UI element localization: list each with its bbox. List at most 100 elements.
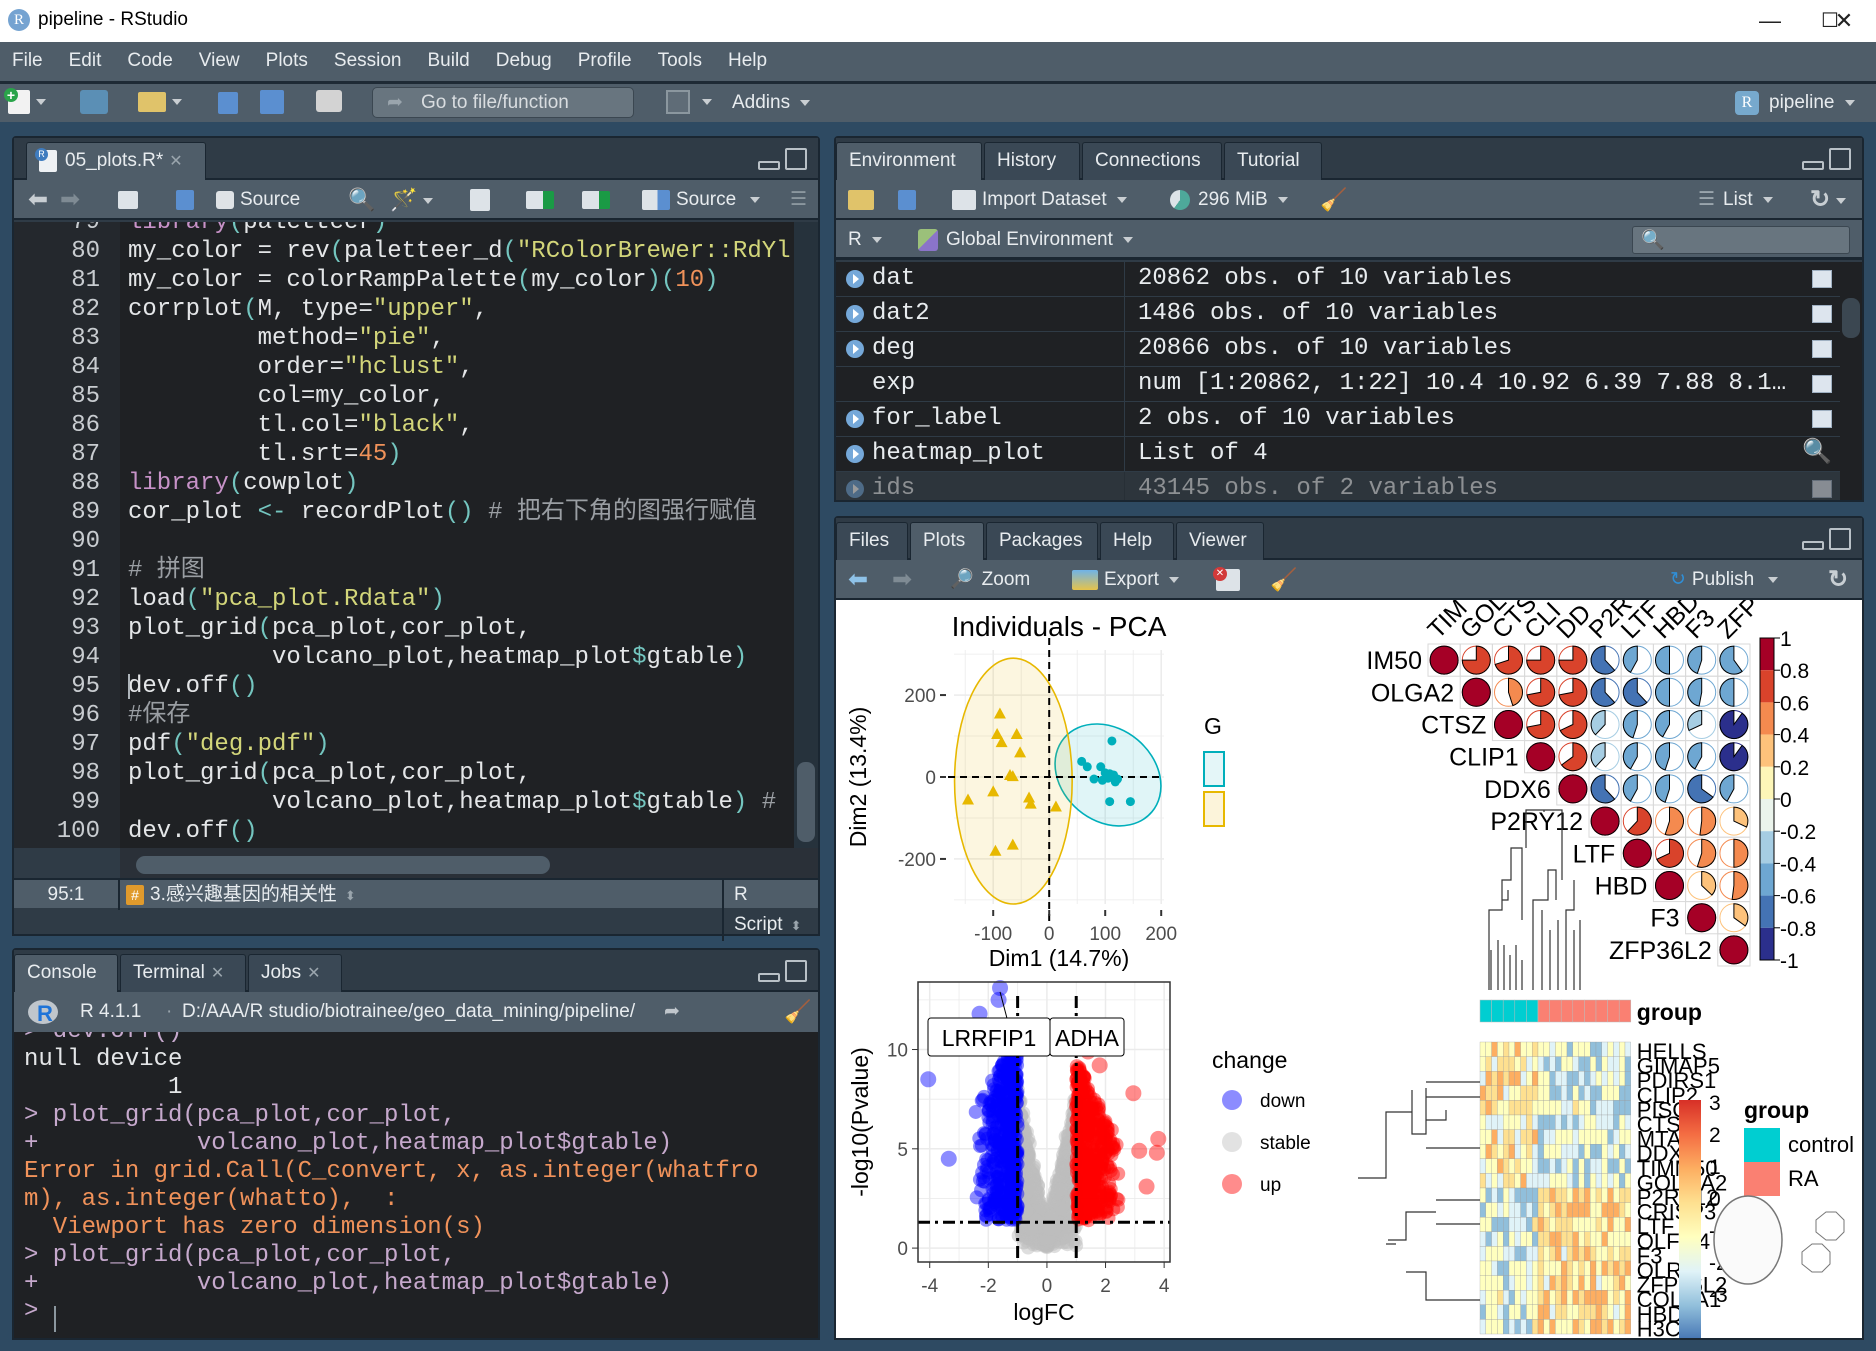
pane-minmax-controls[interactable] <box>1802 148 1852 172</box>
pane-layout-button[interactable] <box>666 90 712 114</box>
project-menu[interactable]: Rpipeline <box>1735 84 1855 122</box>
menu-profile[interactable]: Profile <box>565 42 645 80</box>
menu-file[interactable]: File <box>0 42 56 80</box>
code-line[interactable]: 89 cor_plot <- recordPlot() # 把右下角的图强行赋值 <box>14 498 818 527</box>
compile-report-button[interactable] <box>470 180 490 220</box>
source-button[interactable]: Source <box>642 180 761 220</box>
menu-code[interactable]: Code <box>114 42 185 80</box>
pane-minmax-controls[interactable] <box>1802 528 1852 552</box>
maximize-pane-icon[interactable] <box>1829 148 1851 170</box>
menu-session[interactable]: Session <box>321 42 415 80</box>
editor-vertical-scrollbar[interactable] <box>794 222 818 848</box>
tab-help[interactable]: Help <box>1100 522 1174 560</box>
code-line[interactable]: 99 volcano_plot,heatmap_plot$gtable) # <box>14 788 818 817</box>
expand-icon[interactable] <box>846 340 864 358</box>
code-line[interactable]: 98 plot_grid(pca_plot,cor_plot, <box>14 759 818 788</box>
tab-connections[interactable]: Connections <box>1082 142 1222 180</box>
expand-icon[interactable] <box>846 480 864 498</box>
code-line[interactable]: 87 tl.srt=45) <box>14 440 818 469</box>
find-button[interactable]: 🔍 <box>348 180 375 220</box>
minimize-pane-icon[interactable] <box>1802 161 1824 170</box>
scrollbar-thumb[interactable] <box>136 856 550 874</box>
menu-build[interactable]: Build <box>415 42 483 80</box>
tab-jobs[interactable]: Jobs ✕ <box>248 954 342 992</box>
save-all-button[interactable] <box>260 90 284 114</box>
view-mode-selector[interactable]: ☰ List <box>1698 180 1773 220</box>
view-data-icon[interactable] <box>1812 480 1832 498</box>
back-button[interactable]: ⬅ <box>28 180 48 220</box>
environment-row[interactable]: deg 20866 obs. of 10 variables <box>836 332 1840 367</box>
save-button[interactable] <box>218 92 238 114</box>
view-data-icon[interactable] <box>1812 340 1832 358</box>
scrollbar-thumb[interactable] <box>797 762 815 842</box>
code-line[interactable]: 94 volcano_plot,heatmap_plot$gtable) <box>14 643 818 672</box>
menu-plots[interactable]: Plots <box>253 42 321 80</box>
tab-plots[interactable]: Plots <box>910 522 984 562</box>
menu-help[interactable]: Help <box>715 42 780 80</box>
go-to-file-input[interactable]: ➦ Go to file/function <box>372 87 634 118</box>
tab-packages[interactable]: Packages <box>986 522 1098 560</box>
expand-icon[interactable] <box>846 410 864 428</box>
code-line[interactable]: 86 tl.col="black", <box>14 411 818 440</box>
code-line[interactable]: 83 method="pie", <box>14 324 818 353</box>
memory-usage-button[interactable]: 296 MiB <box>1170 180 1288 220</box>
expand-icon[interactable] <box>846 445 864 463</box>
minimize-pane-icon[interactable] <box>758 161 780 170</box>
env-scrollbar-thumb[interactable] <box>1842 298 1860 338</box>
minimize-button[interactable]: — <box>1740 4 1800 38</box>
menu-tools[interactable]: Tools <box>645 42 715 80</box>
code-line[interactable]: 92 load("pca_plot.Rdata") <box>14 585 818 614</box>
refresh-plot-button[interactable]: ↻ <box>1828 560 1848 600</box>
code-line[interactable]: 84 order="hclust", <box>14 353 818 382</box>
close-tab-icon[interactable]: ✕ <box>307 965 320 982</box>
save-file-button[interactable] <box>176 180 194 220</box>
print-button[interactable] <box>316 90 342 112</box>
rerun-button[interactable] <box>582 180 610 220</box>
code-line[interactable]: 80 my_color = rev(paletteer_d("RColorBrew… <box>14 237 818 266</box>
show-in-window-button[interactable] <box>118 180 138 220</box>
publish-button[interactable]: ↻ Publish <box>1670 560 1779 600</box>
environment-row[interactable]: exp num [1:20862, 1:22] 10.4 10.92 6.39 7… <box>836 367 1840 402</box>
menu-debug[interactable]: Debug <box>483 42 565 80</box>
environment-row[interactable]: dat2 1486 obs. of 10 variables <box>836 297 1840 332</box>
outline-button[interactable]: ☰ <box>790 180 807 220</box>
pane-minmax-controls[interactable] <box>758 148 808 172</box>
code-line[interactable]: 95 dev.off() <box>14 672 818 701</box>
code-line[interactable]: 79 library(paletteer) <box>14 222 818 237</box>
refresh-button[interactable]: ↻ <box>1810 180 1847 220</box>
close-tab-icon[interactable]: ✕ <box>211 965 224 982</box>
code-tools-button[interactable]: 🪄 <box>390 180 434 220</box>
next-plot-button[interactable]: ➡ <box>892 560 912 600</box>
close-tab-icon[interactable]: ✕ <box>169 153 182 170</box>
tab-terminal[interactable]: Terminal ✕ <box>120 954 246 992</box>
console-output[interactable]: > dev.off()null device 1> plot_grid(pca_… <box>14 1032 818 1338</box>
view-data-icon[interactable] <box>1812 375 1832 393</box>
environment-row[interactable]: dat 20862 obs. of 10 variables <box>836 262 1840 297</box>
code-line[interactable]: 97 pdf("deg.pdf") <box>14 730 818 759</box>
environment-row[interactable]: ids 43145 obs. of 2 variables <box>836 472 1840 500</box>
environment-search-input[interactable]: 🔍 <box>1632 226 1850 254</box>
clear-workspace-button[interactable]: 🧹 <box>1320 180 1347 220</box>
tab-files[interactable]: Files <box>836 522 908 560</box>
new-file-button[interactable]: + <box>4 88 46 114</box>
environment-row[interactable]: heatmap_plot List of 4 🔍 <box>836 437 1840 472</box>
clear-plots-button[interactable]: 🧹 <box>1270 560 1297 600</box>
tab-tutorial[interactable]: Tutorial <box>1224 142 1322 180</box>
close-button[interactable]: ✕ <box>1812 4 1876 38</box>
tab-05-plots[interactable]: R 05_plots.R* ✕ <box>26 142 206 182</box>
file-type-selector[interactable]: R Script ⬍ <box>722 880 818 941</box>
source-on-save-checkbox[interactable]: Source <box>216 180 300 220</box>
open-file-button[interactable] <box>138 91 182 113</box>
code-line[interactable]: 100 dev.off() <box>14 817 818 846</box>
export-button[interactable]: Export <box>1072 560 1179 600</box>
tab-console[interactable]: Console <box>14 954 118 994</box>
new-project-button[interactable] <box>80 90 108 114</box>
maximize-pane-icon[interactable] <box>785 148 807 170</box>
section-navigator[interactable]: #3.感兴趣基因的相关性 ⬍ <box>126 880 356 911</box>
code-line[interactable]: 85 col=my_color, <box>14 382 818 411</box>
language-selector[interactable]: R <box>848 220 882 260</box>
code-line[interactable]: 90 <box>14 527 818 556</box>
maximize-pane-icon[interactable] <box>785 960 807 982</box>
code-editor[interactable]: 79 library(paletteer) 80 my_color = rev(pal… <box>14 222 818 848</box>
addins-button[interactable]: Addins <box>732 84 811 122</box>
